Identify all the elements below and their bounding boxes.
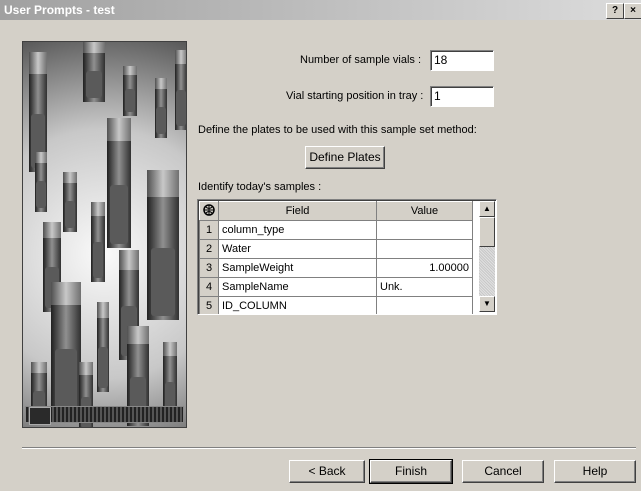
scroll-thumb[interactable] bbox=[479, 217, 495, 247]
grid-header-row: Field Value bbox=[199, 201, 473, 221]
scroll-down-icon[interactable]: ▼ bbox=[479, 296, 495, 312]
row-number: 1 bbox=[199, 220, 219, 240]
value-cell[interactable] bbox=[376, 239, 473, 259]
samples-grid[interactable]: Field Value 1 column_type 2 Water 3 Samp… bbox=[197, 199, 497, 315]
vial-shape bbox=[123, 66, 137, 116]
field-cell[interactable]: column_type bbox=[218, 220, 377, 240]
vials-illustration bbox=[22, 41, 187, 428]
value-cell[interactable] bbox=[376, 296, 473, 314]
table-row[interactable]: 3 SampleWeight 1.00000 bbox=[199, 258, 473, 278]
vial-shape bbox=[147, 170, 179, 320]
back-button[interactable]: < Back bbox=[289, 460, 365, 483]
grid-vertical-scrollbar[interactable]: ▲ ▼ bbox=[479, 201, 495, 312]
table-row[interactable]: 2 Water bbox=[199, 239, 473, 259]
row-number: 4 bbox=[199, 277, 219, 297]
identify-samples-label: Identify today's samples : bbox=[198, 181, 322, 193]
plates-prompt-label: Define the plates to be used with this s… bbox=[198, 124, 477, 136]
start-position-label: Vial starting position in tray : bbox=[286, 90, 424, 102]
define-plates-button[interactable]: Define Plates bbox=[305, 146, 385, 169]
field-cell[interactable]: SampleName bbox=[218, 277, 377, 297]
globe-icon bbox=[199, 201, 219, 221]
table-row[interactable]: 5 ID_COLUMN bbox=[199, 296, 473, 314]
row-number: 3 bbox=[199, 258, 219, 278]
help-icon[interactable]: ? bbox=[606, 3, 624, 19]
value-cell[interactable]: Unk. bbox=[376, 277, 473, 297]
value-cell[interactable]: 1.00000 bbox=[376, 258, 473, 278]
num-vials-input[interactable]: 18 bbox=[430, 50, 494, 71]
table-row[interactable]: 1 column_type bbox=[199, 220, 473, 240]
vial-shape bbox=[97, 302, 109, 392]
start-position-input[interactable]: 1 bbox=[430, 86, 494, 107]
vial-shape bbox=[83, 42, 105, 102]
vial-shape bbox=[155, 78, 167, 138]
finish-button[interactable]: Finish bbox=[369, 459, 453, 484]
value-column-header[interactable]: Value bbox=[376, 201, 473, 221]
title-bar: User Prompts - test ? × bbox=[0, 0, 641, 20]
vial-shape bbox=[35, 152, 47, 212]
table-row[interactable]: 4 SampleName Unk. bbox=[199, 277, 473, 297]
vial-shape bbox=[51, 282, 81, 412]
row-number: 2 bbox=[199, 239, 219, 259]
close-icon[interactable]: × bbox=[624, 3, 641, 19]
num-vials-label: Number of sample vials : bbox=[300, 54, 422, 66]
field-cell[interactable]: Water bbox=[218, 239, 377, 259]
field-column-header[interactable]: Field bbox=[218, 201, 377, 221]
scroll-up-icon[interactable]: ▲ bbox=[479, 201, 495, 217]
vial-shape bbox=[107, 118, 131, 248]
illustration-tray-marker bbox=[29, 407, 51, 425]
footer-divider bbox=[22, 447, 636, 449]
vial-shape bbox=[175, 50, 186, 130]
row-number: 5 bbox=[199, 296, 219, 314]
vial-shape bbox=[63, 172, 77, 232]
field-cell[interactable]: ID_COLUMN bbox=[218, 296, 377, 314]
cancel-button[interactable]: Cancel bbox=[462, 460, 544, 483]
help-button[interactable]: Help bbox=[554, 460, 636, 483]
vial-shape bbox=[91, 202, 105, 282]
window-title: User Prompts - test bbox=[4, 3, 115, 17]
value-cell[interactable] bbox=[376, 220, 473, 240]
field-cell[interactable]: SampleWeight bbox=[218, 258, 377, 278]
